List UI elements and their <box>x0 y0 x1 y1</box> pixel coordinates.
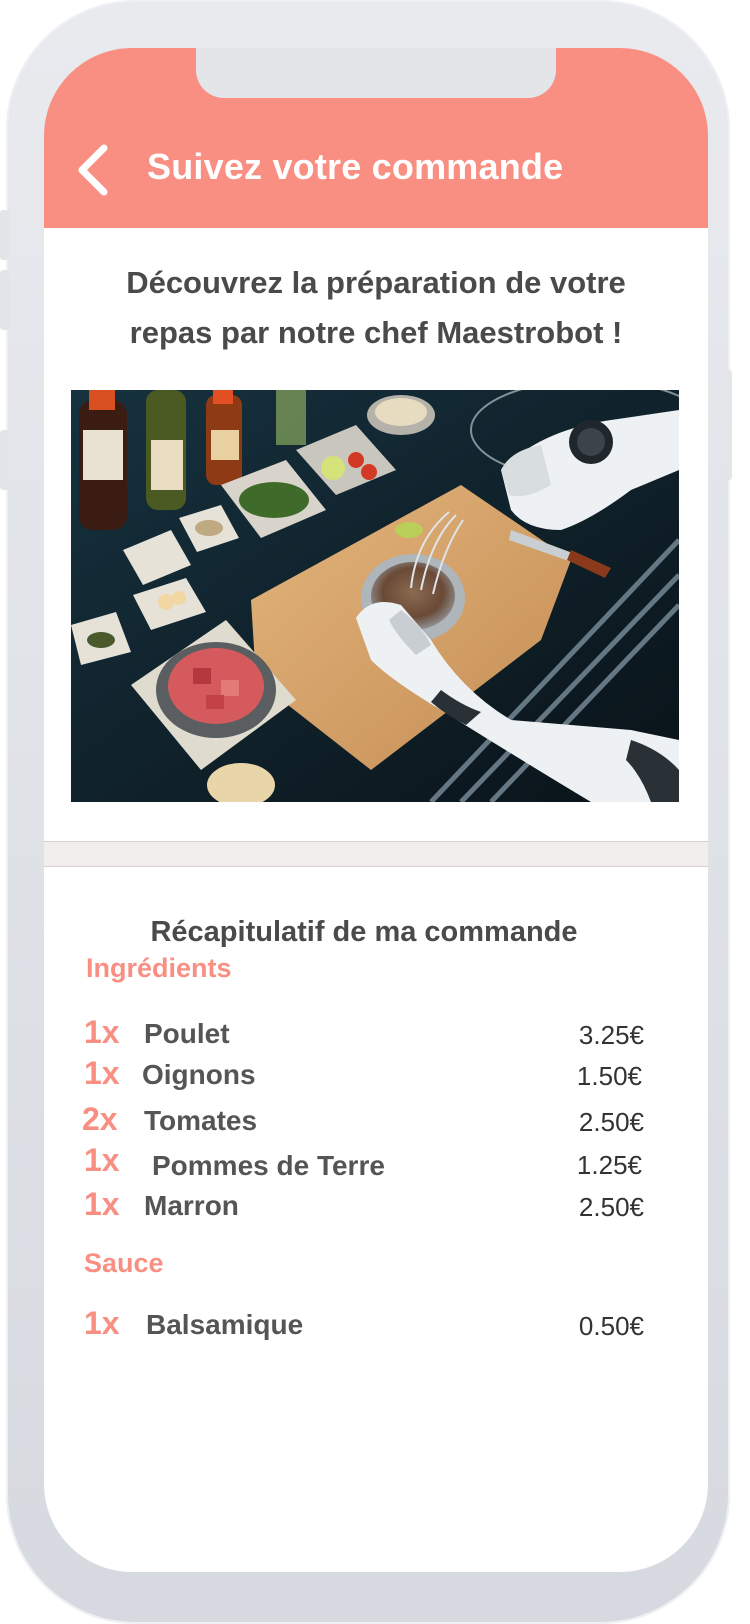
item-price: 1.25€ <box>576 1150 642 1180</box>
order-item-poulet: 1x Poulet 3.25€ <box>84 1014 644 1058</box>
summary-title: Récapitulatif de ma commande <box>150 916 578 948</box>
order-item-pommes-de-terre: 1x Pommes de Terre 1.25€ <box>84 1142 644 1186</box>
order-item-tomates: 2x Tomates 2.50€ <box>82 1101 644 1145</box>
page-title: Suivez votre commande <box>147 146 564 187</box>
order-item-marron: 1x Marron 2.50€ <box>84 1186 644 1230</box>
item-price: 3.25€ <box>578 1020 644 1050</box>
item-name: Marron <box>144 1190 239 1221</box>
item-name: Balsamique <box>146 1309 304 1340</box>
section-divider <box>44 841 708 867</box>
item-quantity: 1x <box>84 1142 120 1178</box>
chef-video[interactable] <box>71 390 679 802</box>
back-button[interactable] <box>74 140 114 200</box>
item-price: 0.50€ <box>578 1311 644 1341</box>
item-price: 2.50€ <box>578 1192 644 1222</box>
robot-chef-image <box>71 390 679 802</box>
phone-side-button-left-2 <box>0 270 10 330</box>
phone-side-button-right <box>722 370 732 480</box>
app-stage: Suivez votre commande Découvrez la prépa… <box>0 0 750 1624</box>
item-quantity: 1x <box>84 1305 120 1341</box>
intro-line-1: Découvrez la préparation de votre <box>126 265 626 300</box>
intro-text: Découvrez la préparation de votre repas … <box>44 258 708 358</box>
item-price: 1.50€ <box>576 1061 642 1091</box>
item-quantity: 1x <box>84 1055 120 1091</box>
phone-side-button-left-3 <box>0 430 10 490</box>
phone-notch <box>196 48 556 98</box>
item-name: Tomates <box>144 1105 258 1136</box>
intro-line-2: repas par notre chef Maestrobot ! <box>129 315 623 350</box>
item-name: Poulet <box>144 1018 230 1049</box>
item-quantity: 1x <box>84 1186 120 1222</box>
chevron-left-icon <box>78 144 108 196</box>
item-price: 2.50€ <box>578 1107 644 1137</box>
phone-screen: Suivez votre commande Découvrez la prépa… <box>44 48 708 1572</box>
phone-side-button-left-1 <box>0 210 10 260</box>
section-label-sauce: Sauce <box>84 1248 164 1278</box>
app-header: Suivez votre commande <box>44 48 708 228</box>
item-name: Pommes de Terre <box>152 1150 385 1181</box>
item-name: Oignons <box>142 1059 256 1090</box>
order-item-balsamique: 1x Balsamique 0.50€ <box>84 1305 644 1349</box>
item-quantity: 1x <box>84 1014 120 1050</box>
item-quantity: 2x <box>82 1101 118 1137</box>
section-label-ingredients: Ingrédients <box>86 953 232 983</box>
order-item-oignons: 1x Oignons 1.50€ <box>84 1055 644 1099</box>
